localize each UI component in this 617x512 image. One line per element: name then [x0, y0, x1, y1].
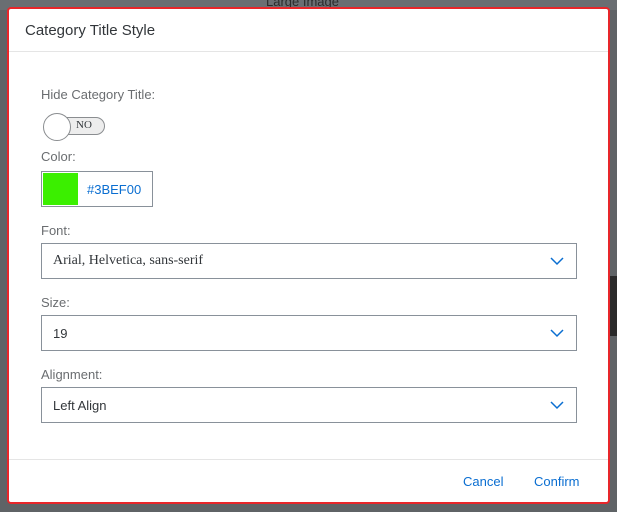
dialog-footer: Cancel Confirm — [9, 459, 608, 502]
size-select[interactable]: 19 — [41, 315, 577, 351]
font-select[interactable]: Arial, Helvetica, sans-serif — [41, 243, 577, 279]
color-label: Color: — [41, 149, 76, 164]
category-title-style-dialog: Category Title Style Hide Category Title… — [7, 7, 610, 504]
font-select-value: Arial, Helvetica, sans-serif — [53, 253, 204, 268]
backdrop-edge — [609, 276, 617, 336]
confirm-button[interactable]: Confirm — [534, 474, 580, 489]
color-swatch[interactable] — [43, 173, 78, 205]
hide-category-title-label: Hide Category Title: — [41, 87, 156, 102]
alignment-select[interactable]: Left Align — [41, 387, 577, 423]
size-label: Size: — [41, 295, 70, 310]
chevron-down-icon[interactable] — [550, 400, 564, 410]
hide-category-title-switch[interactable]: NO — [43, 113, 107, 141]
chevron-down-icon[interactable] — [550, 328, 564, 338]
color-picker[interactable]: #3BEF00 — [41, 171, 153, 207]
font-label: Font: — [41, 223, 71, 238]
alignment-select-value: Left Align — [53, 398, 107, 413]
dialog-title: Category Title Style — [25, 22, 156, 39]
switch-state-text: NO — [76, 119, 92, 131]
size-select-value: 19 — [53, 326, 68, 341]
color-hex-value: #3BEF00 — [87, 182, 142, 197]
chevron-down-icon[interactable] — [550, 256, 564, 266]
dialog-header: Category Title Style — [9, 9, 608, 52]
alignment-label: Alignment: — [41, 367, 103, 382]
switch-knob[interactable] — [43, 113, 71, 141]
cancel-button[interactable]: Cancel — [463, 474, 503, 489]
